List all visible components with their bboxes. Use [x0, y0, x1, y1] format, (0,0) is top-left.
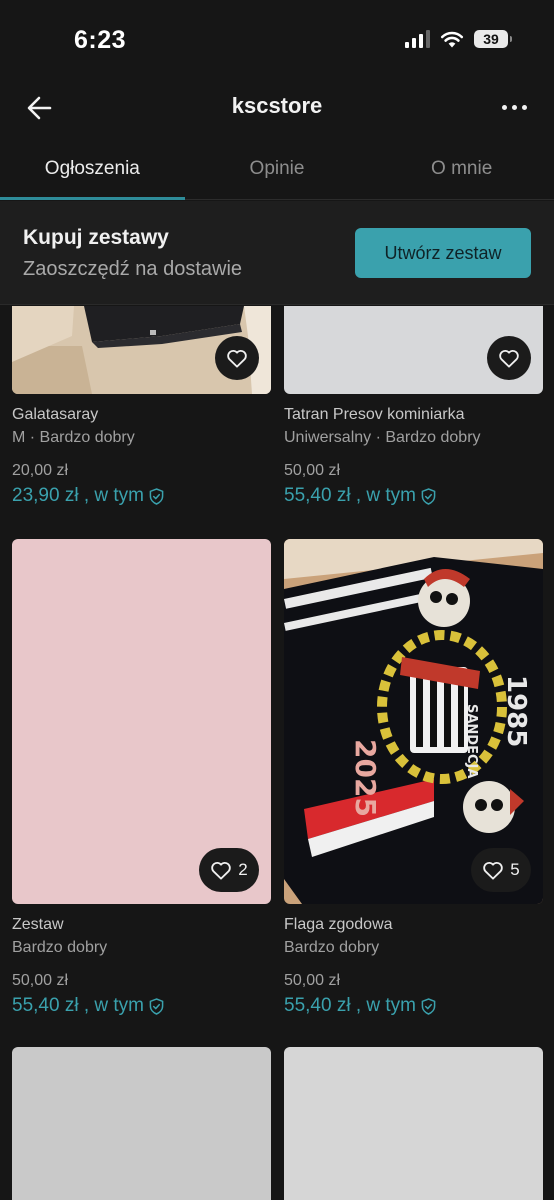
listing-card[interactable]: [284, 1047, 543, 1200]
listing-condition: Uniwersalny · Bardzo dobry: [284, 429, 481, 446]
flag-band-text: SANDECJA: [464, 704, 479, 778]
listing-title: Flaga zgodowa: [284, 916, 393, 933]
listing-total-price[interactable]: 55,40 zł , w tym: [284, 995, 543, 1017]
page-title: kscstore: [231, 93, 323, 118]
listing-price: 50,00 zł: [12, 972, 69, 989]
create-bundle-button[interactable]: Utwórz zestaw: [355, 228, 531, 278]
listing-photo[interactable]: 2025 1985 SANDECJA 5: [284, 539, 543, 904]
listing-price: 50,00 zł: [284, 972, 341, 989]
profile-tabs: Ogłoszenia Opinie O mnie: [0, 140, 554, 200]
cellular-signal-icon: [405, 30, 430, 48]
wifi-icon: [440, 31, 464, 48]
bundle-title: Kupuj zestawy: [23, 226, 169, 249]
listing-price: 20,00 zł: [12, 462, 69, 479]
listing-total-price[interactable]: 55,40 zł , w tym: [284, 485, 543, 507]
heart-icon: [227, 350, 247, 368]
listing-condition: M · Bardzo dobry: [12, 429, 135, 446]
listing-photo[interactable]: [284, 306, 543, 394]
status-bar: 6:23 39: [0, 0, 554, 80]
listing-total-price[interactable]: 55,40 zł , w tym: [12, 995, 271, 1017]
favorite-count: 5: [510, 860, 520, 879]
tab-ogloszenia[interactable]: Ogłoszenia: [0, 140, 185, 200]
favorite-count: 2: [238, 860, 248, 879]
listing-condition: Bardzo dobry: [12, 939, 108, 956]
favorite-button[interactable]: [215, 336, 259, 380]
listing-card[interactable]: 2 Zestaw Bardzo dobry 50,00 zł 55,40 zł …: [12, 539, 271, 1017]
listing-total-price[interactable]: 23,90 zł , w tym: [12, 485, 271, 507]
listing-photo[interactable]: [284, 1047, 543, 1200]
listing-total-text: 55,40 zł , w tym: [284, 995, 416, 1016]
favorite-button[interactable]: [487, 336, 531, 380]
listing-total-text: 55,40 zł , w tym: [12, 995, 144, 1016]
tab-opinie[interactable]: Opinie: [185, 140, 370, 199]
battery-indicator: 39: [474, 30, 512, 48]
listing-total-text: 23,90 zł , w tym: [12, 485, 144, 506]
bundle-banner: Kupuj zestawy Zaoszczędź na dostawie Utw…: [0, 201, 554, 305]
favorite-button[interactable]: 2: [199, 848, 259, 892]
more-dots-icon: [501, 104, 507, 110]
status-icons: 39: [405, 30, 512, 48]
listing-card[interactable]: Tatran Presov kominiarka Uniwersalny · B…: [284, 306, 543, 507]
buyer-protection-shield-icon: [421, 487, 436, 505]
listings-grid: Galatasaray M · Bardzo dobry 20,00 zł 23…: [0, 306, 554, 1200]
listing-card[interactable]: Galatasaray M · Bardzo dobry 20,00 zł 23…: [12, 306, 271, 507]
listing-title: Zestaw: [12, 916, 64, 933]
listing-card[interactable]: 2025 1985 SANDECJA 5 Flaga zgodowa Bardz…: [284, 539, 543, 1017]
buyer-protection-shield-icon: [149, 487, 164, 505]
listing-photo[interactable]: 2: [12, 539, 271, 904]
listing-photo[interactable]: [12, 306, 271, 394]
status-time: 6:23: [74, 26, 127, 54]
heart-icon: [211, 862, 232, 880]
listing-condition: Bardzo dobry: [284, 939, 380, 956]
listing-photo[interactable]: [12, 1047, 271, 1200]
listing-card[interactable]: [12, 1047, 271, 1200]
listing-title: Galatasaray: [12, 406, 99, 423]
flag-year-left: 2025: [349, 739, 382, 817]
tab-o-mnie[interactable]: O mnie: [369, 140, 554, 199]
more-options-button[interactable]: [496, 92, 532, 122]
listing-title: Tatran Presov kominiarka: [284, 406, 465, 423]
listing-total-text: 55,40 zł , w tym: [284, 485, 416, 506]
buyer-protection-shield-icon: [149, 997, 164, 1015]
top-navigation-bar: kscstore: [0, 80, 554, 136]
heart-icon: [499, 350, 519, 368]
favorite-button[interactable]: 5: [471, 848, 531, 892]
flag-year-right: 1985: [501, 675, 531, 747]
buyer-protection-shield-icon: [421, 997, 436, 1015]
listing-price: 50,00 zł: [284, 462, 341, 479]
bundle-subtitle: Zaoszczędź na dostawie: [23, 258, 243, 280]
heart-icon: [483, 862, 504, 880]
